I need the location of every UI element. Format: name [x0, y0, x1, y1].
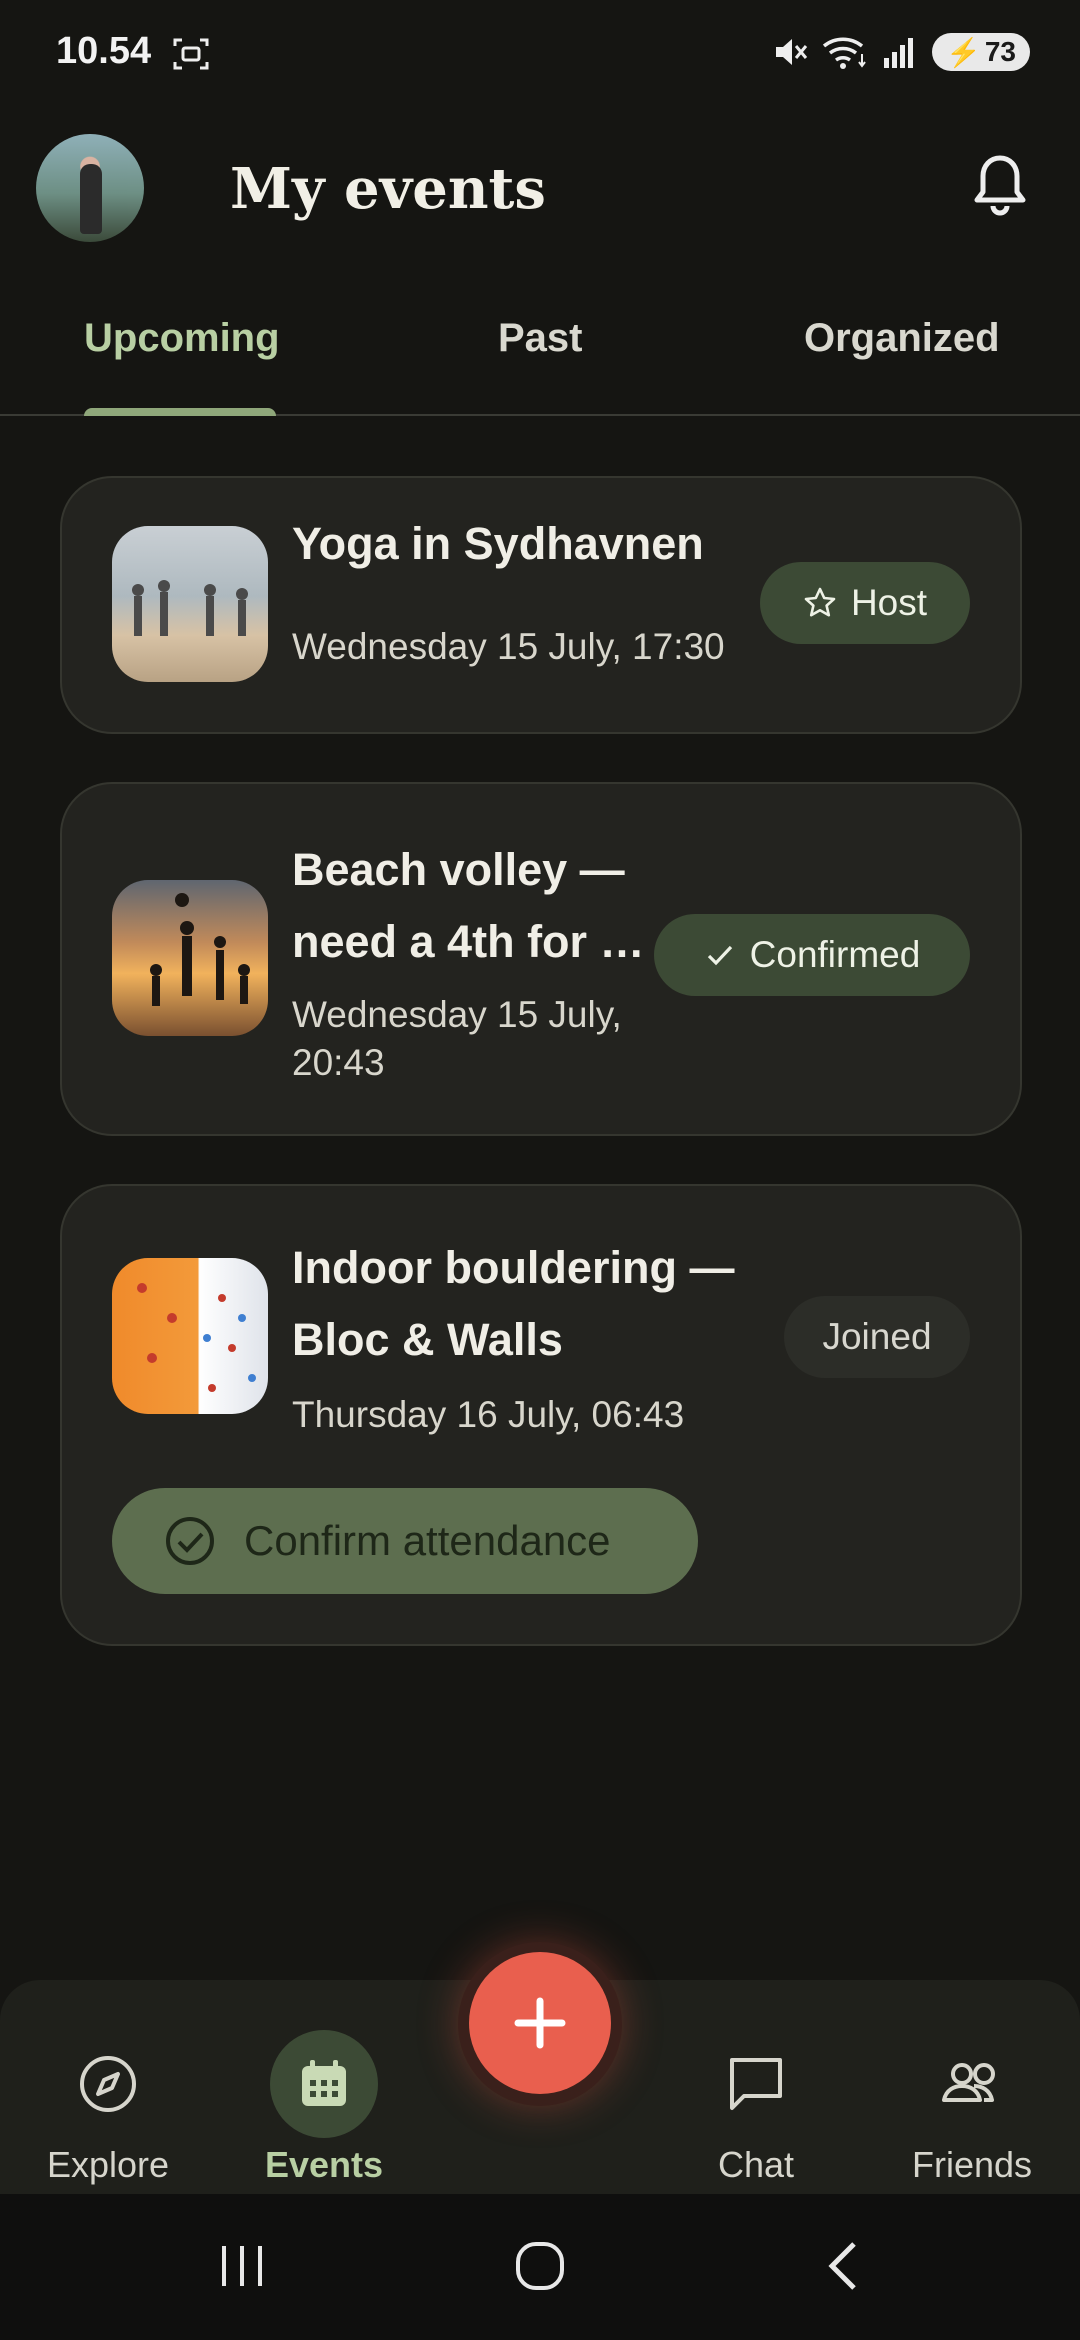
tab-upcoming[interactable]: Upcoming: [84, 316, 280, 361]
system-nav-bar: [0, 2194, 1080, 2340]
event-title-line2: Bloc & Walls: [292, 1314, 563, 1365]
nav-explore[interactable]: Explore: [8, 2030, 208, 2186]
confirm-attendance-label: Confirm attendance: [244, 1517, 611, 1564]
nav-chat-label: Chat: [717, 2144, 795, 2185]
nav-friends-label: Friends: [911, 2144, 1033, 2185]
status-bar: 10.54 ⚡ 73: [0, 0, 1080, 110]
host-badge-label: Host: [850, 582, 928, 623]
climbing-wall-image: [137, 1283, 256, 1392]
battery-indicator: ⚡ 73: [931, 33, 1030, 71]
tab-bar: Upcoming Past Organized: [0, 280, 1080, 416]
mute-icon: [775, 39, 808, 65]
create-event-button[interactable]: [469, 1952, 611, 2094]
check-circle-icon: [166, 1517, 214, 1565]
yoga-figures-image: [132, 580, 248, 636]
event-image: [112, 880, 268, 1036]
nav-events[interactable]: Events: [224, 2030, 424, 2186]
confirmed-badge: Confirmed: [654, 914, 970, 996]
bell-icon[interactable]: [970, 152, 1030, 222]
chat-bubble-icon: [730, 2058, 782, 2110]
status-time: 10.54: [56, 30, 152, 72]
confirmed-badge-label: Confirmed: [749, 934, 921, 975]
tab-organized[interactable]: Organized: [804, 316, 1000, 361]
event-date: Wednesday 15 July, 17:30: [292, 626, 725, 667]
compass-icon: [80, 2056, 136, 2112]
charging-icon: ⚡: [945, 36, 981, 68]
confirm-attendance-button[interactable]: Confirm attendance: [112, 1488, 698, 1594]
home-icon[interactable]: [510, 2236, 570, 2296]
event-card-yoga[interactable]: Yoga in Sydhavnen Wednesday 15 July, 17:…: [60, 476, 1022, 734]
people-icon: [942, 2063, 995, 2102]
page-title: My events: [230, 156, 546, 222]
nav-chat[interactable]: Chat: [656, 2030, 856, 2186]
calendar-icon: [302, 2060, 346, 2106]
event-date-line1: Wednesday 15 July,: [292, 994, 622, 1035]
screenshot-icon: [173, 38, 209, 70]
status-icons: ⚡ 73: [772, 30, 1030, 74]
volleyball-players-image: [150, 893, 250, 1006]
event-title-line1: Indoor bouldering —: [292, 1242, 735, 1293]
event-date-line2: 20:43: [292, 1042, 385, 1083]
event-title: Yoga in Sydhavnen: [292, 518, 704, 569]
tab-indicator: [84, 408, 276, 416]
avatar[interactable]: [36, 134, 144, 242]
nav-events-label: Events: [264, 2144, 384, 2185]
app-header: My events: [0, 130, 1080, 260]
event-image: [112, 1258, 268, 1414]
recent-apps-icon[interactable]: [212, 2236, 272, 2296]
star-icon: [804, 587, 836, 617]
event-date: Thursday 16 July, 06:43: [292, 1394, 685, 1435]
nav-friends[interactable]: Friends: [872, 2030, 1072, 2186]
nav-explore-label: Explore: [46, 2144, 170, 2185]
joined-badge: Joined: [784, 1296, 970, 1378]
joined-badge-label: Joined: [822, 1316, 932, 1357]
event-card-bouldering[interactable]: Indoor bouldering — Bloc & Walls Thursda…: [60, 1184, 1022, 1646]
back-icon[interactable]: [816, 2236, 876, 2296]
event-card-beach-volley[interactable]: Beach volley — need a 4th for … Wednesda…: [60, 782, 1022, 1136]
tab-past[interactable]: Past: [498, 316, 583, 361]
event-image: [112, 526, 268, 682]
plus-icon: [514, 1997, 566, 2049]
signal-icon: [883, 38, 913, 68]
event-title-line2: need a 4th for …: [292, 916, 645, 967]
checkmark-icon: [707, 945, 732, 966]
wifi-icon: [822, 37, 866, 69]
event-title-line1: Beach volley —: [292, 844, 625, 895]
host-badge: Host: [760, 562, 970, 644]
battery-level: 73: [984, 36, 1016, 67]
